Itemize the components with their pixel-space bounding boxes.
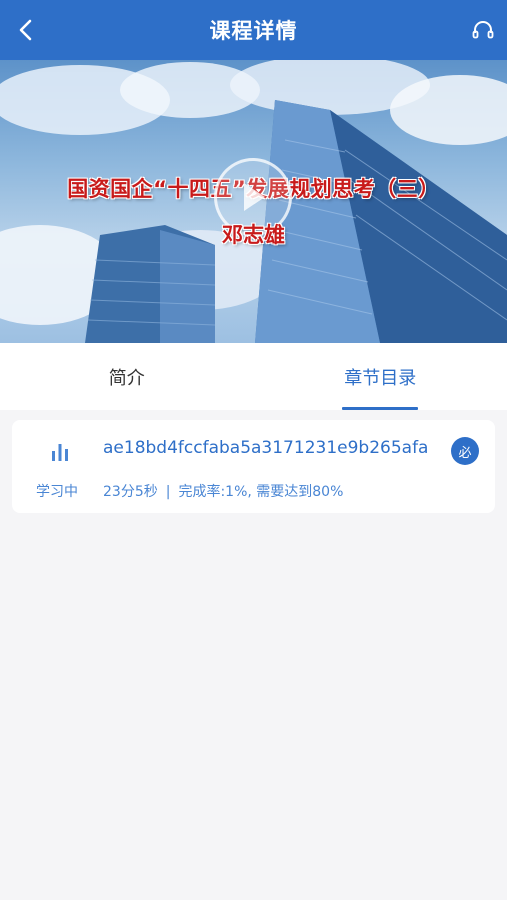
page-title: 课程详情 (209, 19, 298, 43)
tab-chapters[interactable]: 章节目录 (254, 343, 507, 410)
chapter-duration: 23分5秒 (103, 484, 158, 500)
headset-icon (472, 21, 494, 39)
customer-service-button[interactable] (465, 12, 501, 48)
play-icon (244, 183, 265, 211)
app-root: 课程详情 国资国企“十四五”发展规划思考（三） 邓志雄 简介 章节目录 ae18… (0, 0, 507, 900)
bar-chart-icon (52, 444, 68, 461)
banner-speaker-name: 邓志雄 (222, 223, 285, 247)
top-bar: 课程详情 (0, 0, 507, 60)
back-button[interactable] (8, 12, 44, 48)
completion-rate: 完成率:1%, 需要达到80% (178, 484, 344, 500)
active-tab-indicator (342, 407, 419, 410)
chevron-left-icon (19, 19, 32, 41)
required-badge: 必 (451, 437, 479, 465)
chapter-meta: 23分5秒 | 完成率:1%, 需要达到80% (103, 481, 343, 501)
tab-intro-label: 简介 (108, 367, 145, 389)
tab-bar: 简介 章节目录 (0, 343, 507, 410)
tab-intro[interactable]: 简介 (0, 343, 254, 410)
learning-status: 学习中 (36, 484, 78, 500)
meta-separator: | (165, 484, 171, 500)
tab-chapters-label: 章节目录 (344, 367, 417, 389)
course-video-player[interactable]: 国资国企“十四五”发展规划思考（三） 邓志雄 (0, 60, 507, 343)
chapter-list-item[interactable]: ae18bd4fccfaba5a3171231e9b265afa 必 学习中 2… (12, 420, 495, 513)
chapter-title: ae18bd4fccfaba5a3171231e9b265afa (103, 438, 429, 458)
